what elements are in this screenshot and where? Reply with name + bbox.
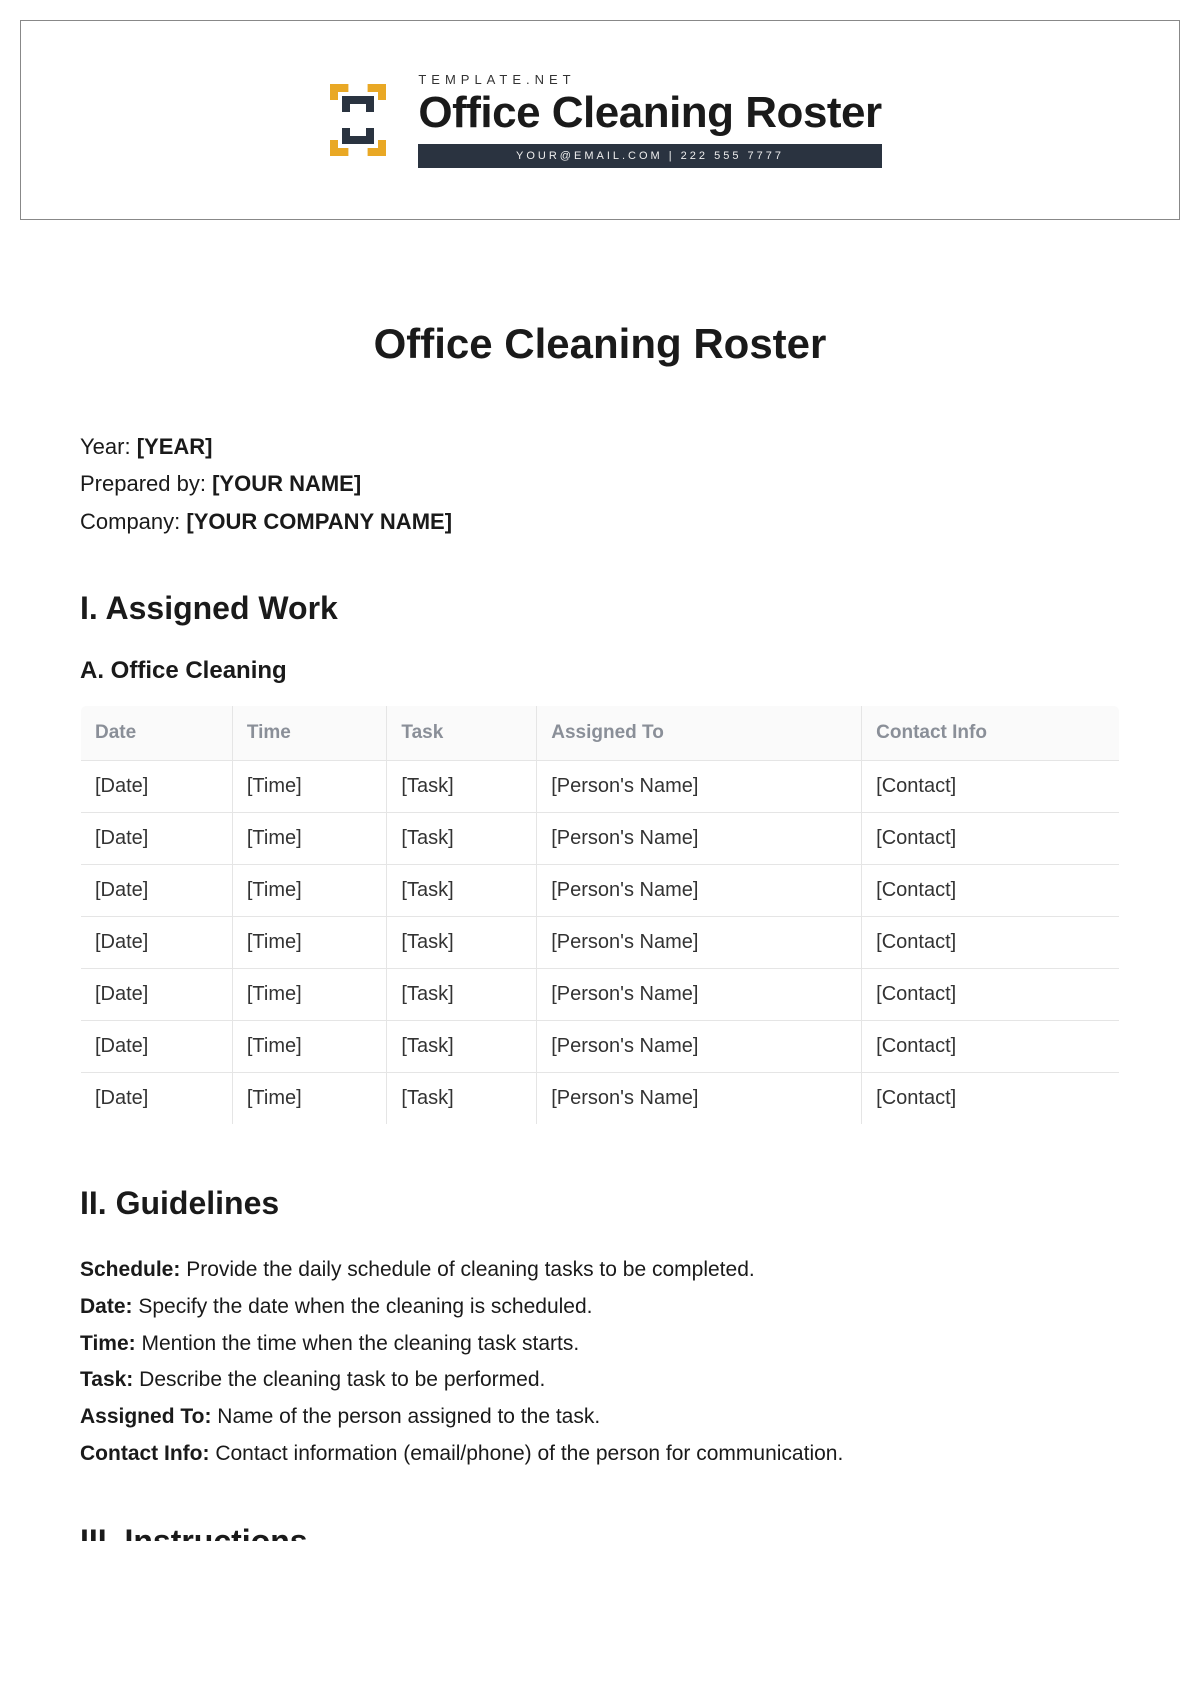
banner-text: TEMPLATE.NET Office Cleaning Roster YOUR…	[418, 72, 881, 167]
meta-block: Year: [YEAR] Prepared by: [YOUR NAME] Co…	[80, 428, 1120, 540]
meta-company-value: [YOUR COMPANY NAME]	[186, 509, 452, 534]
cell-assigned: [Person's Name]	[537, 865, 862, 917]
table-row: [Date][Time][Task][Person's Name][Contac…	[81, 917, 1120, 969]
guideline-item: Schedule: Provide the daily schedule of …	[80, 1252, 1120, 1289]
cell-date: [Date]	[81, 761, 233, 813]
guideline-item: Date: Specify the date when the cleaning…	[80, 1289, 1120, 1326]
banner-inner: TEMPLATE.NET Office Cleaning Roster YOUR…	[318, 72, 881, 167]
meta-year: Year: [YEAR]	[80, 428, 1120, 465]
meta-prepared-value: [YOUR NAME]	[212, 471, 361, 496]
meta-year-label: Year:	[80, 434, 137, 459]
section-1a-heading: A. Office Cleaning	[80, 657, 1120, 685]
th-date: Date	[81, 706, 233, 761]
table-row: [Date][Time][Task][Person's Name][Contac…	[81, 969, 1120, 1021]
cell-task: [Task]	[387, 865, 537, 917]
guideline-item: Contact Info: Contact information (email…	[80, 1436, 1120, 1473]
cell-assigned: [Person's Name]	[537, 1073, 862, 1125]
table-row: [Date][Time][Task][Person's Name][Contac…	[81, 865, 1120, 917]
cell-assigned: [Person's Name]	[537, 969, 862, 1021]
document-title: Office Cleaning Roster	[80, 320, 1120, 368]
table-row: [Date][Time][Task][Person's Name][Contac…	[81, 1021, 1120, 1073]
cell-task: [Task]	[387, 969, 537, 1021]
cell-task: [Task]	[387, 761, 537, 813]
cell-contact: [Contact]	[862, 1021, 1120, 1073]
section-1-heading: I. Assigned Work	[80, 590, 1120, 627]
guideline-label: Schedule:	[80, 1258, 180, 1281]
section-2-heading: II. Guidelines	[80, 1185, 1120, 1222]
cell-assigned: [Person's Name]	[537, 1021, 862, 1073]
cell-date: [Date]	[81, 917, 233, 969]
th-assigned: Assigned To	[537, 706, 862, 761]
th-task: Task	[387, 706, 537, 761]
banner: TEMPLATE.NET Office Cleaning Roster YOUR…	[20, 20, 1180, 220]
cell-task: [Task]	[387, 813, 537, 865]
guideline-text: Contact information (email/phone) of the…	[209, 1442, 843, 1465]
guideline-text: Describe the cleaning task to be perform…	[133, 1368, 545, 1391]
cell-date: [Date]	[81, 1021, 233, 1073]
cell-date: [Date]	[81, 813, 233, 865]
guideline-label: Assigned To:	[80, 1405, 211, 1428]
cell-time: [Time]	[232, 865, 387, 917]
cell-time: [Time]	[232, 1021, 387, 1073]
guideline-item: Assigned To: Name of the person assigned…	[80, 1399, 1120, 1436]
cell-contact: [Contact]	[862, 917, 1120, 969]
cell-time: [Time]	[232, 1073, 387, 1125]
banner-overline: TEMPLATE.NET	[418, 72, 881, 87]
th-contact: Contact Info	[862, 706, 1120, 761]
guideline-text: Name of the person assigned to the task.	[211, 1405, 600, 1428]
guideline-label: Task:	[80, 1368, 133, 1391]
cell-assigned: [Person's Name]	[537, 761, 862, 813]
section-3-heading-partial: III. Instructions	[80, 1523, 1120, 1541]
cell-time: [Time]	[232, 813, 387, 865]
meta-year-value: [YEAR]	[137, 434, 213, 459]
guideline-label: Contact Info:	[80, 1442, 209, 1465]
cell-contact: [Contact]	[862, 813, 1120, 865]
guideline-text: Mention the time when the cleaning task …	[136, 1332, 580, 1355]
table-row: [Date][Time][Task][Person's Name][Contac…	[81, 813, 1120, 865]
cell-time: [Time]	[232, 917, 387, 969]
th-time: Time	[232, 706, 387, 761]
cell-task: [Task]	[387, 1021, 537, 1073]
cell-task: [Task]	[387, 1073, 537, 1125]
guidelines-block: Schedule: Provide the daily schedule of …	[80, 1252, 1120, 1473]
banner-title: Office Cleaning Roster	[418, 89, 881, 137]
meta-company-label: Company:	[80, 509, 186, 534]
cell-contact: [Contact]	[862, 1073, 1120, 1125]
cell-assigned: [Person's Name]	[537, 813, 862, 865]
cell-date: [Date]	[81, 969, 233, 1021]
cell-task: [Task]	[387, 917, 537, 969]
cell-date: [Date]	[81, 1073, 233, 1125]
cell-contact: [Contact]	[862, 969, 1120, 1021]
meta-company: Company: [YOUR COMPANY NAME]	[80, 503, 1120, 540]
cell-contact: [Contact]	[862, 761, 1120, 813]
table-row: [Date][Time][Task][Person's Name][Contac…	[81, 761, 1120, 813]
guideline-item: Time: Mention the time when the cleaning…	[80, 1326, 1120, 1363]
table-row: [Date][Time][Task][Person's Name][Contac…	[81, 1073, 1120, 1125]
meta-prepared: Prepared by: [YOUR NAME]	[80, 465, 1120, 502]
cell-contact: [Contact]	[862, 865, 1120, 917]
cell-time: [Time]	[232, 761, 387, 813]
document-body: Office Cleaning Roster Year: [YEAR] Prep…	[0, 220, 1200, 1581]
cell-assigned: [Person's Name]	[537, 917, 862, 969]
guideline-text: Provide the daily schedule of cleaning t…	[180, 1258, 754, 1281]
guideline-label: Time:	[80, 1332, 136, 1355]
guideline-item: Task: Describe the cleaning task to be p…	[80, 1362, 1120, 1399]
table-header-row: Date Time Task Assigned To Contact Info	[81, 706, 1120, 761]
roster-table: Date Time Task Assigned To Contact Info …	[80, 705, 1120, 1125]
guideline-label: Date:	[80, 1295, 133, 1318]
meta-prepared-label: Prepared by:	[80, 471, 212, 496]
logo-icon	[318, 80, 398, 160]
cell-time: [Time]	[232, 969, 387, 1021]
guideline-text: Specify the date when the cleaning is sc…	[133, 1295, 593, 1318]
banner-contact-bar: YOUR@EMAIL.COM | 222 555 7777	[418, 144, 881, 168]
cell-date: [Date]	[81, 865, 233, 917]
